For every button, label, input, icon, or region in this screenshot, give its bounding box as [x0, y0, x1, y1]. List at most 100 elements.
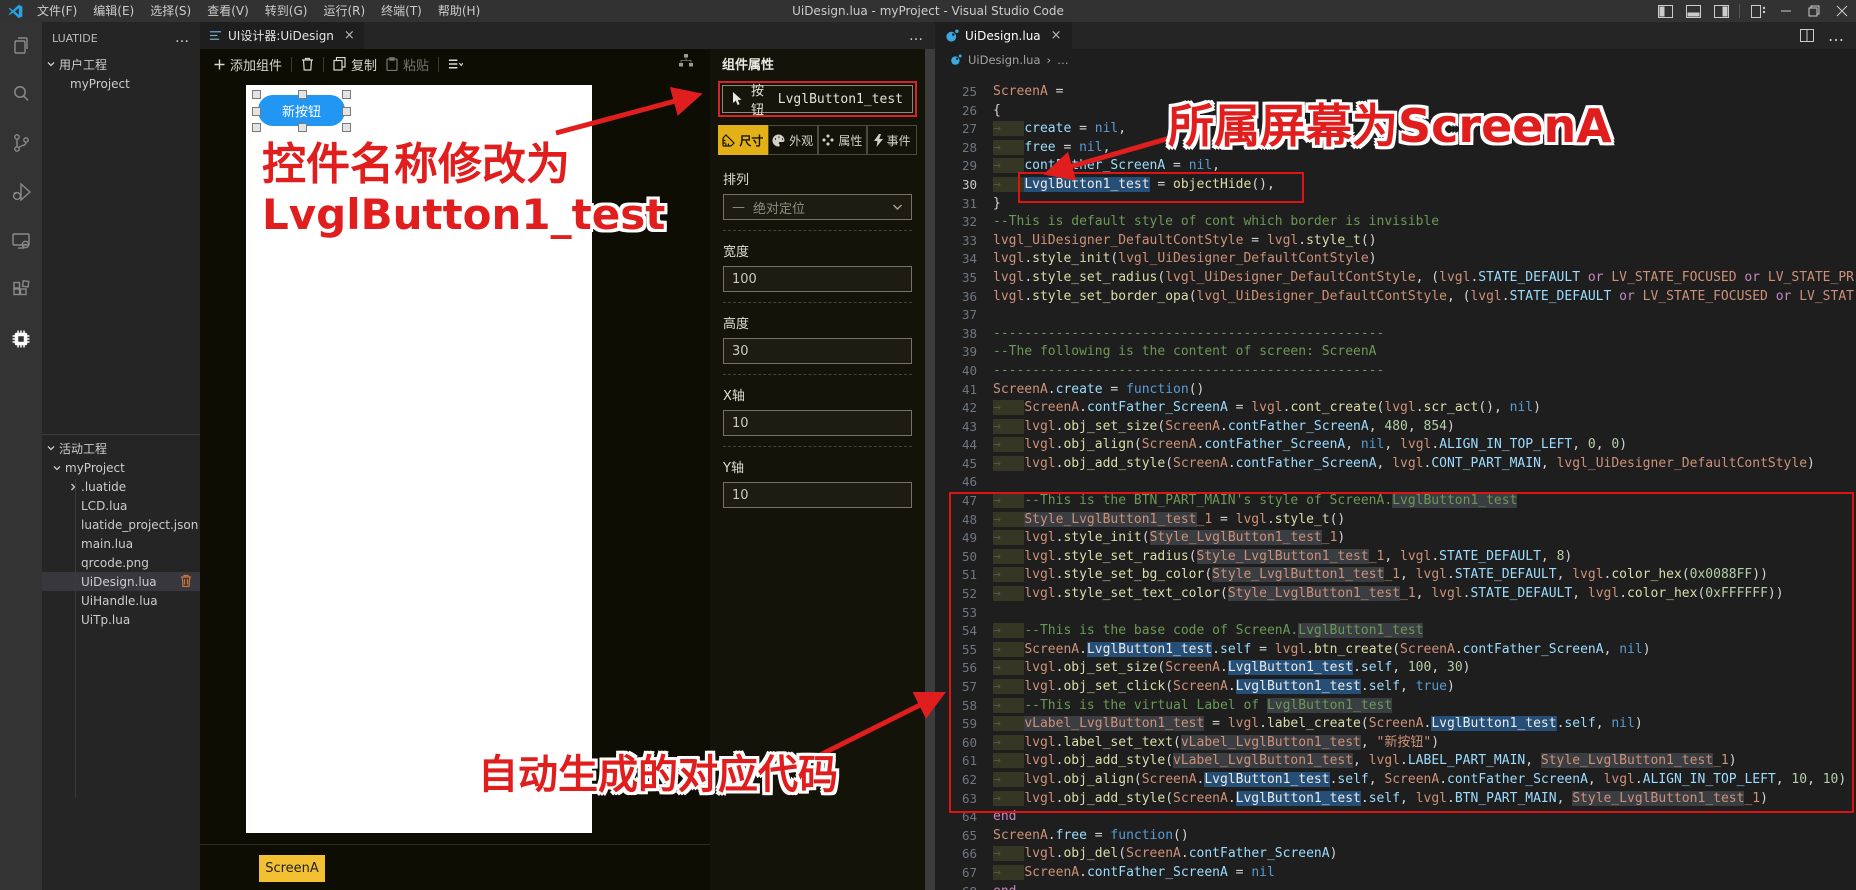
file-tree-item[interactable]: myProject: [42, 458, 200, 477]
list-menu-icon[interactable]: [448, 58, 464, 70]
design-canvas[interactable]: [246, 85, 592, 833]
file-tree-item[interactable]: luatide_project.json: [42, 515, 200, 534]
copy-button[interactable]: 复制: [333, 55, 377, 74]
layout-panel-icon[interactable]: [1679, 0, 1707, 22]
file-label: myProject: [65, 460, 125, 475]
add-component-label: 添加组件: [230, 58, 283, 74]
resize-handle-w[interactable]: [252, 107, 261, 116]
file-tree-item[interactable]: UiTp.lua: [42, 610, 200, 629]
resize-handle-sw[interactable]: [252, 123, 261, 132]
file-tree: myProject .luatide LCD.lua luatide_project.…: [42, 458, 200, 629]
code-line: 67 → ScreenA.contFather_ScreenA = nil: [935, 864, 1856, 883]
search-icon[interactable]: [8, 81, 34, 107]
file-tree-item[interactable]: UiHandle.lua: [42, 591, 200, 610]
menu-item[interactable]: 终端(T): [373, 0, 430, 22]
width-input[interactable]: [723, 266, 912, 292]
resize-handle-nw[interactable]: [252, 90, 261, 99]
line-number: 62: [961, 771, 977, 787]
breadcrumb[interactable]: UiDesign.lua › …: [935, 49, 1856, 71]
sidebar-more-icon[interactable]: …: [175, 30, 190, 46]
minimize-icon[interactable]: [1772, 0, 1800, 22]
delete-button[interactable]: [301, 57, 314, 71]
remote-icon[interactable]: [8, 228, 34, 254]
tab-events[interactable]: 事件: [867, 125, 917, 155]
more-actions-icon[interactable]: …: [1828, 26, 1844, 45]
resize-handle-se[interactable]: [342, 123, 351, 132]
extensions-icon[interactable]: [8, 277, 34, 303]
split-editor-icon[interactable]: [1800, 29, 1814, 42]
code-line: 39 --The following is the content of scre…: [935, 343, 1856, 362]
code-editor: UiDesign.lua × … UiDesign.lua › … 25 Scre…: [935, 22, 1856, 890]
properties-tabs: 尺寸 外观 属性 事件: [718, 125, 917, 155]
layout-sidebar-left-icon[interactable]: [1651, 0, 1679, 22]
designer-toolbar: 添加组件 复制 粘贴: [200, 49, 724, 79]
t3ab-uidesign-lua[interactable]: UiDesign.lua ×: [935, 22, 1072, 49]
y-input[interactable]: [723, 482, 912, 508]
hierarchy-icon[interactable]: [678, 53, 694, 68]
layout-sidebar-right-icon[interactable]: [1707, 0, 1735, 22]
sidebar-item-myproject[interactable]: myProject: [42, 74, 200, 94]
menu-item[interactable]: 编辑(E): [85, 0, 142, 22]
tab-screen-a[interactable]: ScreenA: [259, 855, 325, 882]
debug-icon[interactable]: [8, 179, 34, 205]
file-tree-item[interactable]: main.lua: [42, 534, 200, 553]
x-input[interactable]: [723, 410, 912, 436]
file-tree-item[interactable]: LCD.lua: [42, 496, 200, 515]
tab-ui-designer[interactable]: UI设计器:UiDesign ×: [200, 22, 364, 49]
file-label: UiDesign.lua: [81, 574, 157, 589]
component-name-redbox: 按钮 LvglButton1_test: [718, 81, 917, 118]
tab-appearance[interactable]: 外观: [767, 125, 818, 155]
file-tree-item[interactable]: UiDesign.lua: [42, 572, 200, 591]
paste-label: 粘贴: [403, 58, 430, 74]
menu-item[interactable]: 运行(R): [315, 0, 373, 22]
code-area[interactable]: 25 ScreenA = 26{27 → create = nil, 28 → free …: [935, 83, 1856, 890]
ui-designer-panel: UI设计器:UiDesign × … 添加组件 复制 粘贴 新按钮 Screen…: [200, 22, 935, 890]
code-line: 55 → ScreenA.LvglButton1_test.self = lvgl…: [935, 641, 1856, 660]
code-line: 63 → lvgl.obj_add_style(ScreenA.LvglButto…: [935, 790, 1856, 809]
sidebar-item-active-project[interactable]: 活动工程: [42, 438, 200, 458]
sidebar-item-user-project[interactable]: 用户工程: [42, 54, 200, 74]
add-component-button[interactable]: 添加组件: [214, 55, 282, 74]
source-control-icon[interactable]: [8, 130, 34, 156]
line-number: 49: [961, 530, 977, 546]
menu-item[interactable]: 查看(V): [199, 0, 257, 22]
files-icon[interactable]: [8, 32, 34, 58]
file-tree-item[interactable]: qrcode.png: [42, 553, 200, 572]
copy-label: 复制: [351, 58, 378, 74]
close-icon[interactable]: [1828, 0, 1856, 22]
more-actions-icon[interactable]: …: [909, 28, 923, 44]
customize-layout-icon[interactable]: [1744, 0, 1772, 22]
tab-size[interactable]: 尺寸: [718, 125, 768, 155]
height-input[interactable]: [723, 338, 912, 364]
resize-handle-ne[interactable]: [342, 90, 351, 99]
line-number: 38: [961, 325, 977, 341]
tab-attributes[interactable]: 属性: [817, 125, 868, 155]
restore-icon[interactable]: [1800, 0, 1828, 22]
paste-button[interactable]: 粘贴: [386, 55, 429, 74]
file-tree-item[interactable]: .luatide: [42, 477, 200, 496]
code-line: 65 ScreenA.free = function(): [935, 827, 1856, 846]
resize-handle-s[interactable]: [298, 123, 307, 132]
resize-handle-n[interactable]: [298, 90, 307, 99]
lvgl-button-widget[interactable]: 新按钮: [258, 95, 345, 126]
menu-item[interactable]: 帮助(H): [430, 0, 488, 22]
designer-tab-bar: UI设计器:UiDesign × …: [200, 22, 935, 49]
close-icon[interactable]: ×: [344, 28, 355, 43]
component-name-field[interactable]: 按钮 LvglButton1_test: [722, 84, 913, 118]
menu-item[interactable]: 文件(F): [29, 0, 85, 22]
code-line: 27 → create = nil,: [935, 120, 1856, 139]
chip-icon[interactable]: [8, 326, 34, 352]
code-line: 37: [935, 306, 1856, 325]
properties-scrollbar[interactable]: [925, 49, 935, 890]
arrange-select[interactable]: — 绝对定位: [723, 194, 912, 220]
line-number: 59: [961, 716, 977, 732]
field-x: X轴: [723, 385, 912, 447]
menu-item[interactable]: 选择(S): [142, 0, 199, 22]
sidebar: LUATIDE … 用户工程 myProject 活动工程 myProject.…: [42, 22, 200, 890]
trash-icon[interactable]: [180, 574, 192, 587]
resize-handle-e[interactable]: [342, 107, 351, 116]
line-number: 37: [961, 307, 977, 323]
code-line: 49 → lvgl.style_init(Style_LvglButton1_te…: [935, 529, 1856, 548]
menu-item[interactable]: 转到(G): [257, 0, 316, 22]
close-icon[interactable]: ×: [1051, 28, 1062, 43]
